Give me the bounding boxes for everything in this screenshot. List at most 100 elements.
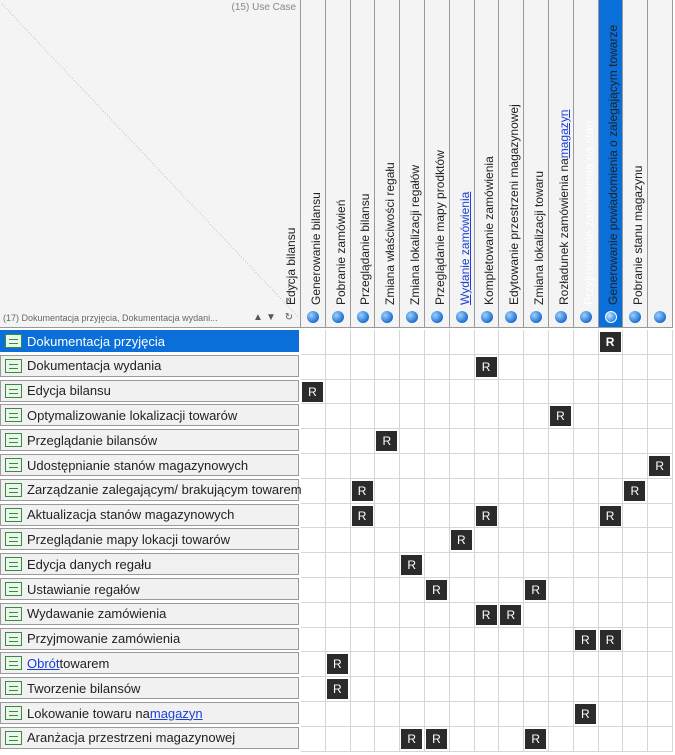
matrix-cell[interactable] [648, 726, 673, 752]
matrix-cell[interactable] [499, 702, 525, 727]
matrix-cell[interactable] [325, 726, 351, 752]
matrix-cell[interactable] [598, 677, 624, 702]
matrix-cell[interactable] [623, 553, 649, 578]
matrix-cell[interactable] [549, 478, 574, 504]
matrix-cell[interactable] [325, 478, 351, 504]
matrix-cell[interactable] [375, 553, 401, 578]
matrix-cell[interactable] [449, 677, 475, 702]
matrix-cell[interactable] [425, 602, 450, 628]
matrix-cell[interactable] [524, 330, 549, 355]
matrix-cell[interactable] [499, 578, 525, 603]
matrix-cell[interactable] [449, 478, 475, 504]
row-header[interactable]: Przeglądanie mapy lokacji towarów [0, 528, 299, 551]
matrix-cell[interactable] [301, 578, 326, 603]
matrix-cell[interactable] [400, 528, 425, 554]
matrix-cell[interactable] [474, 677, 500, 702]
matrix-cell[interactable] [648, 677, 673, 702]
matrix-cell[interactable] [648, 602, 673, 628]
matrix-cell[interactable] [474, 627, 500, 653]
matrix-cell[interactable] [648, 528, 673, 554]
matrix-cell[interactable] [449, 602, 475, 628]
matrix-cell[interactable] [301, 652, 326, 678]
row-header[interactable]: Udostępnianie stanów magazynowych [0, 454, 299, 476]
matrix-cell[interactable] [325, 528, 351, 554]
row-label-link[interactable]: Obrót [27, 656, 60, 671]
matrix-cell[interactable] [524, 404, 549, 430]
matrix-cell[interactable] [499, 677, 525, 702]
matrix-cell[interactable] [425, 354, 450, 380]
matrix-cell[interactable] [425, 652, 450, 678]
matrix-cell[interactable] [524, 652, 549, 678]
matrix-cell[interactable] [375, 652, 401, 678]
matrix-cell[interactable]: R [301, 379, 326, 405]
matrix-cell[interactable] [400, 652, 425, 678]
matrix-cell[interactable] [573, 553, 599, 578]
matrix-cell[interactable] [598, 652, 624, 678]
matrix-cell[interactable]: R [648, 454, 673, 479]
matrix-cell[interactable] [623, 702, 649, 727]
matrix-cell[interactable] [301, 454, 326, 479]
matrix-cell[interactable] [648, 578, 673, 603]
matrix-cell[interactable] [474, 578, 500, 603]
matrix-cell[interactable] [425, 429, 450, 454]
matrix-cell[interactable] [524, 454, 549, 479]
matrix-cell[interactable] [375, 478, 401, 504]
matrix-cell[interactable] [648, 478, 673, 504]
matrix-cell[interactable] [573, 677, 599, 702]
matrix-cell[interactable] [648, 503, 673, 529]
row-header[interactable]: Lokowanie towaru na magazyn [0, 702, 299, 724]
matrix-cell[interactable] [325, 354, 351, 380]
matrix-cell[interactable] [325, 602, 351, 628]
matrix-cell[interactable] [648, 404, 673, 430]
arrow-down-icon[interactable]: ▼ [265, 312, 277, 324]
matrix-cell[interactable] [350, 379, 376, 405]
matrix-cell[interactable] [400, 503, 425, 529]
matrix-cell[interactable] [425, 454, 450, 479]
matrix-cell[interactable] [449, 553, 475, 578]
matrix-cell[interactable] [350, 627, 376, 653]
matrix-cell[interactable] [325, 379, 351, 405]
matrix-cell[interactable] [623, 330, 649, 355]
matrix-cell[interactable] [549, 677, 574, 702]
matrix-cell[interactable] [648, 429, 673, 454]
matrix-cell[interactable]: R [474, 602, 500, 628]
matrix-cell[interactable] [598, 726, 624, 752]
matrix-cell[interactable]: R [325, 652, 351, 678]
matrix-cell[interactable] [474, 454, 500, 479]
matrix-cell[interactable] [598, 404, 624, 430]
matrix-cell[interactable] [499, 528, 525, 554]
matrix-cell[interactable] [425, 528, 450, 554]
matrix-cell[interactable] [375, 627, 401, 653]
matrix-cell[interactable] [325, 454, 351, 479]
matrix-cell[interactable] [549, 627, 574, 653]
matrix-cell[interactable] [301, 429, 326, 454]
matrix-cell[interactable] [449, 429, 475, 454]
matrix-cell[interactable] [549, 528, 574, 554]
matrix-cell[interactable] [325, 702, 351, 727]
matrix-cell[interactable]: R [598, 627, 624, 653]
row-header[interactable]: Obrót towarem [0, 652, 299, 675]
matrix-cell[interactable] [301, 702, 326, 727]
matrix-cell[interactable] [449, 503, 475, 529]
matrix-cell[interactable] [499, 652, 525, 678]
matrix-cell[interactable] [549, 578, 574, 603]
matrix-cell[interactable] [573, 652, 599, 678]
matrix-cell[interactable]: R [425, 726, 450, 752]
matrix-cell[interactable] [400, 429, 425, 454]
matrix-cell[interactable] [499, 330, 525, 355]
matrix-cell[interactable] [623, 602, 649, 628]
matrix-cell[interactable]: R [524, 578, 549, 603]
matrix-cell[interactable] [350, 429, 376, 454]
matrix-cell[interactable] [623, 652, 649, 678]
matrix-cell[interactable]: R [573, 627, 599, 653]
matrix-cell[interactable] [325, 627, 351, 653]
matrix-cell[interactable] [573, 528, 599, 554]
matrix-cell[interactable] [474, 702, 500, 727]
matrix-cell[interactable] [425, 503, 450, 529]
matrix-cell[interactable] [375, 528, 401, 554]
matrix-cell[interactable]: R [375, 429, 401, 454]
matrix-cell[interactable] [425, 330, 450, 355]
matrix-cell[interactable] [449, 354, 475, 380]
matrix-cell[interactable] [425, 404, 450, 430]
matrix-cell[interactable] [648, 379, 673, 405]
